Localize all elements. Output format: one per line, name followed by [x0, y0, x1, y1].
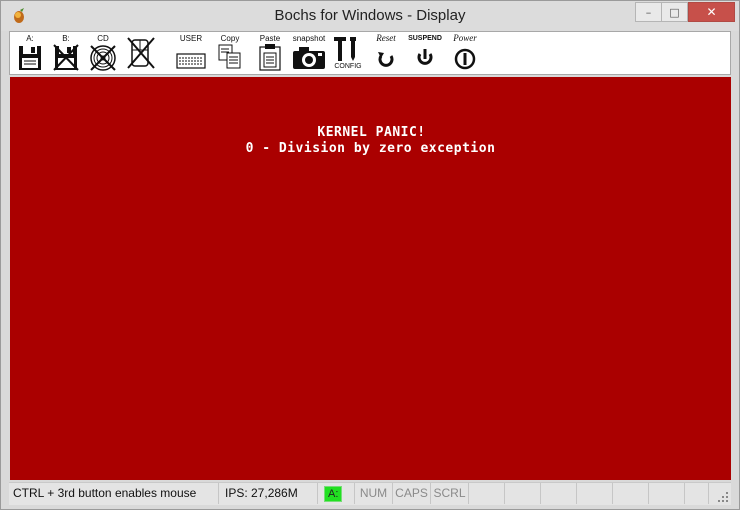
paste-icon: [259, 44, 281, 71]
config-label: CONFIG: [334, 63, 362, 70]
floppy-b-button[interactable]: B:: [52, 34, 80, 72]
panic-message: 0 - Division by zero exception: [245, 141, 496, 156]
cdrom-icon: [90, 45, 116, 71]
mouse-icon: [127, 37, 155, 69]
status-slot-empty: [649, 483, 685, 504]
resize-grip-icon[interactable]: [717, 491, 729, 503]
reset-icon: [378, 52, 394, 67]
power-button[interactable]: Power: [448, 34, 482, 72]
status-bar: CTRL + 3rd button enables mouse IPS: 27,…: [9, 482, 731, 505]
copy-button[interactable]: Copy: [216, 34, 244, 72]
panic-title: KERNEL PANIC!: [317, 125, 426, 140]
title-bar[interactable]: Bochs for Windows - Display – □ ✕: [1, 1, 739, 31]
status-slot-empty: [613, 483, 649, 504]
power-icon: [454, 48, 476, 70]
maximize-button[interactable]: □: [661, 2, 688, 22]
close-button[interactable]: ✕: [688, 2, 735, 22]
paste-button[interactable]: Paste: [256, 34, 284, 72]
floppy-b-icon: [53, 44, 79, 71]
maximize-icon: □: [669, 5, 680, 19]
status-caps: CAPS: [393, 483, 431, 504]
status-slot-empty: [505, 483, 541, 504]
status-slot-empty: [577, 483, 613, 504]
minimize-button[interactable]: –: [635, 2, 662, 22]
copy-icon: [218, 44, 241, 69]
status-slot-empty: [469, 483, 505, 504]
camera-icon: [293, 47, 325, 69]
floppy-a-button[interactable]: A:: [16, 34, 44, 72]
suspend-icon: [417, 49, 433, 65]
mouse-button[interactable]: [126, 32, 156, 70]
bochs-window: Bochs for Windows - Display – □ ✕ A: B:: [0, 0, 740, 510]
status-slot-empty: [685, 483, 709, 504]
status-ips: IPS: 27,286M: [219, 483, 318, 504]
close-icon: ✕: [706, 5, 717, 19]
emulator-display[interactable]: KERNEL PANIC! 0 - Division by zero excep…: [10, 77, 731, 480]
cdrom-button[interactable]: CD: [88, 34, 118, 72]
status-scrl: SCRL: [431, 483, 469, 504]
drive-a-indicator: A:: [324, 486, 343, 502]
status-slot-empty: [541, 483, 577, 504]
suspend-button[interactable]: SUSPEND: [408, 34, 442, 72]
toolbar: A: B: CD USER Copy Paste snapshot CONFIG…: [9, 31, 731, 75]
status-num: NUM: [355, 483, 393, 504]
floppy-a-icon: [19, 46, 41, 70]
minimize-icon: –: [645, 5, 652, 19]
keyboard-icon: [176, 53, 206, 69]
snapshot-button[interactable]: snapshot: [290, 34, 328, 72]
window-title: Bochs for Windows - Display: [274, 7, 466, 24]
config-button[interactable]: CONFIG: [332, 34, 364, 72]
reset-button[interactable]: Reset: [370, 34, 402, 72]
user-keyboard-button[interactable]: USER: [174, 34, 208, 72]
status-drive-a: A:: [318, 483, 355, 504]
status-message: CTRL + 3rd button enables mouse: [9, 483, 219, 504]
config-icon: [334, 37, 356, 61]
